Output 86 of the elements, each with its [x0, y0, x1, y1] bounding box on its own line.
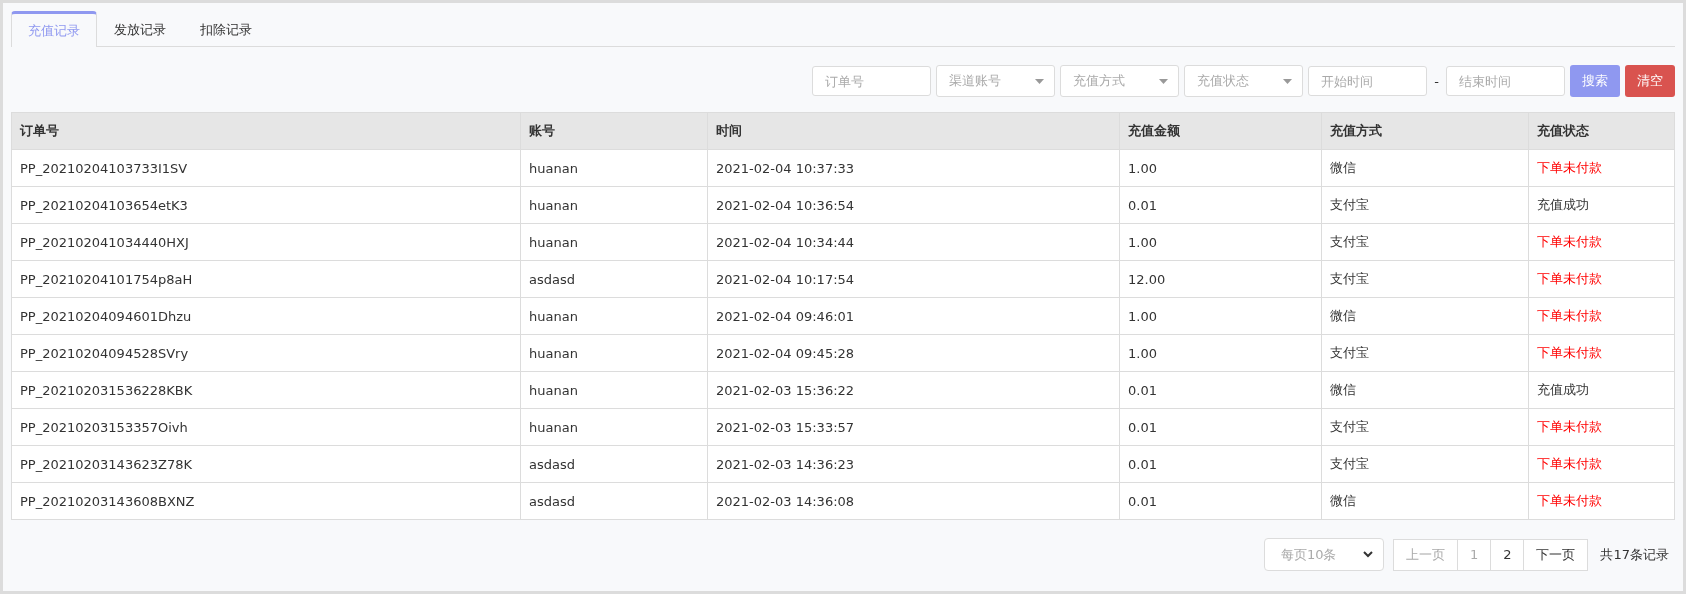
table-cell: 2021-02-04 10:34:44: [707, 223, 1120, 261]
status-cell: 下单未付款: [1528, 223, 1675, 261]
table-cell: huanan: [520, 223, 708, 261]
column-header: 时间: [707, 112, 1120, 150]
table-cell: PP_20210203143608BXNZ: [11, 482, 521, 520]
table-cell: 支付宝: [1321, 260, 1529, 298]
table-cell: 0.01: [1119, 482, 1322, 520]
table-cell: PP_20210204101754p8aH: [11, 260, 521, 298]
table-cell: 2021-02-03 14:36:23: [707, 445, 1120, 483]
table-cell: 微信: [1321, 297, 1529, 335]
caret-icon: [1159, 78, 1169, 84]
table-cell: asdasd: [520, 260, 708, 298]
input-field[interactable]: 开始时间: [1308, 66, 1428, 96]
table-cell: 2021-02-04 10:36:54: [707, 186, 1120, 224]
table-cell: 2021-02-03 14:36:08: [707, 482, 1120, 520]
select-field[interactable]: 充值状态: [1184, 65, 1304, 97]
table-cell: 1.00: [1119, 149, 1322, 187]
next-page-button[interactable]: 下一页: [1523, 538, 1589, 571]
status-cell: 下单未付款: [1528, 334, 1675, 372]
input-field[interactable]: 订单号: [812, 66, 932, 96]
column-header: 账号: [520, 112, 708, 150]
table-cell: asdasd: [520, 445, 708, 483]
table-cell: PP_20210204094528SVry: [11, 334, 521, 372]
status-cell: 下单未付款: [1528, 445, 1675, 483]
table-cell: PP_202102031536228KBK: [11, 371, 521, 409]
table-cell: 0.01: [1119, 408, 1322, 446]
table-cell: 0.01: [1119, 445, 1322, 483]
table-cell: 2021-02-03 15:36:22: [707, 371, 1120, 409]
table-cell: 微信: [1321, 371, 1529, 409]
table-cell: huanan: [520, 408, 708, 446]
caret-icon: [1035, 78, 1045, 84]
tab[interactable]: 扣除记录: [183, 12, 269, 47]
table-cell: 1.00: [1119, 223, 1322, 261]
table-cell: 2021-02-04 10:37:33: [707, 149, 1120, 187]
tab[interactable]: 充值记录: [11, 11, 97, 47]
table-cell: 支付宝: [1321, 223, 1529, 261]
tab[interactable]: 发放记录: [97, 12, 183, 47]
column-header: 订单号: [11, 112, 521, 150]
table-cell: 支付宝: [1321, 186, 1529, 224]
table-cell: 2021-02-04 09:45:28: [707, 334, 1120, 372]
table-cell: 支付宝: [1321, 445, 1529, 483]
column-header: 充值金额: [1119, 112, 1322, 150]
page-size-select[interactable]: 每页10条: [1263, 538, 1384, 571]
status-cell: 下单未付款: [1528, 408, 1675, 446]
page-button[interactable]: 2: [1490, 538, 1525, 571]
table-cell: 1.00: [1119, 334, 1322, 372]
total-records: 共17条记录: [1600, 545, 1669, 564]
table-cell: 12.00: [1119, 260, 1322, 298]
table-cell: PP_20210204103733I1SV: [11, 149, 521, 187]
table-cell: 0.01: [1119, 371, 1322, 409]
table-cell: huanan: [520, 334, 708, 372]
clear-button[interactable]: 清空: [1625, 65, 1675, 97]
search-button[interactable]: 搜索: [1570, 65, 1620, 97]
table-cell: 2021-02-03 15:33:57: [707, 408, 1120, 446]
status-cell: 下单未付款: [1528, 297, 1675, 335]
table-cell: 微信: [1321, 482, 1529, 520]
table-cell: 0.01: [1119, 186, 1322, 224]
caret-icon: [1283, 78, 1293, 84]
table-cell: PP_202102041034440HXJ: [11, 223, 521, 261]
table-cell: 2021-02-04 09:46:01: [707, 297, 1120, 335]
table-cell: 微信: [1321, 149, 1529, 187]
table-cell: PP_20210204103654etK3: [11, 186, 521, 224]
range-separator: -: [1433, 73, 1440, 89]
table-cell: huanan: [520, 297, 708, 335]
status-cell: 下单未付款: [1528, 149, 1675, 187]
table-cell: 1.00: [1119, 297, 1322, 335]
select-field[interactable]: 充值方式: [1060, 65, 1180, 97]
status-cell: 充值成功: [1528, 371, 1675, 409]
status-cell: 充值成功: [1528, 186, 1675, 224]
table-cell: PP_20210204094601Dhzu: [11, 297, 521, 335]
table-cell: PP_20210203143623Z78K: [11, 445, 521, 483]
column-header: 充值方式: [1321, 112, 1529, 150]
status-cell: 下单未付款: [1528, 482, 1675, 520]
table-cell: 支付宝: [1321, 334, 1529, 372]
table-cell: huanan: [520, 371, 708, 409]
select-field[interactable]: 渠道账号: [936, 65, 1056, 97]
table-cell: PP_20210203153357Oivh: [11, 408, 521, 446]
table-cell: 支付宝: [1321, 408, 1529, 446]
table-cell: huanan: [520, 186, 708, 224]
table-cell: 2021-02-04 10:17:54: [707, 260, 1120, 298]
column-header: 充值状态: [1528, 112, 1675, 150]
table-cell: asdasd: [520, 482, 708, 520]
table-cell: huanan: [520, 149, 708, 187]
input-field[interactable]: 结束时间: [1446, 66, 1565, 96]
chevron-down-icon: [1362, 551, 1373, 558]
status-cell: 下单未付款: [1528, 260, 1675, 298]
